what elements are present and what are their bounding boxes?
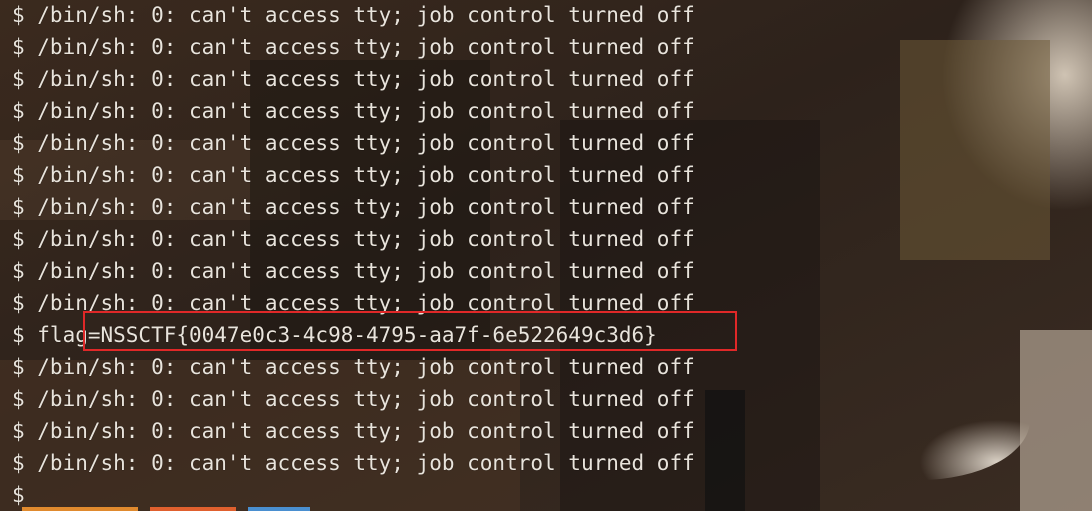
terminal-line: $ /bin/sh: 0: can't access tty; job cont… [12,451,695,475]
terminal-window[interactable]: $ /bin/sh: 0: can't access tty; job cont… [0,0,1092,511]
taskbar-button[interactable] [150,507,236,511]
terminal-line: $ /bin/sh: 0: can't access tty; job cont… [12,131,695,155]
terminal-line: $ /bin/sh: 0: can't access tty; job cont… [12,35,695,59]
terminal-line: $ /bin/sh: 0: can't access tty; job cont… [12,227,695,251]
terminal-line: $ /bin/sh: 0: can't access tty; job cont… [12,259,695,283]
terminal-line: $ /bin/sh: 0: can't access tty; job cont… [12,387,695,411]
flag-output-line: $ flag=NSSCTF{0047e0c3-4c98-4795-aa7f-6e… [12,323,657,347]
terminal-line: $ /bin/sh: 0: can't access tty; job cont… [12,291,695,315]
terminal-line: $ /bin/sh: 0: can't access tty; job cont… [12,195,695,219]
terminal-line: $ /bin/sh: 0: can't access tty; job cont… [12,67,695,91]
terminal-line: $ /bin/sh: 0: can't access tty; job cont… [12,163,695,187]
terminal-line: $ /bin/sh: 0: can't access tty; job cont… [12,99,695,123]
terminal-line: $ /bin/sh: 0: can't access tty; job cont… [12,3,695,27]
terminal-line: $ /bin/sh: 0: can't access tty; job cont… [12,419,695,443]
terminal-output[interactable]: $ /bin/sh: 0: can't access tty; job cont… [12,0,1082,511]
terminal-line: $ /bin/sh: 0: can't access tty; job cont… [12,355,695,379]
taskbar-button[interactable] [248,507,310,511]
taskbar-button[interactable] [22,507,138,511]
